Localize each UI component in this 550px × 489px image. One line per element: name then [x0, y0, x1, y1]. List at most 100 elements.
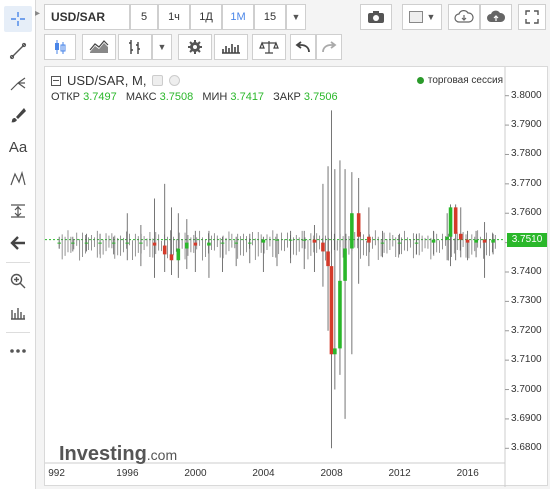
- candle-body-down: [326, 251, 330, 267]
- time-tick-label: 2016: [456, 468, 479, 479]
- candle-body-up: [84, 242, 89, 244]
- trend-line-icon[interactable]: [4, 38, 32, 64]
- chevron-down-icon: ▼: [426, 12, 436, 22]
- candle-body-up: [431, 239, 436, 243]
- candle-body-up: [220, 242, 225, 244]
- candle-body-up: [445, 236, 449, 240]
- fullscreen-button[interactable]: [518, 4, 546, 30]
- candle-body-down: [356, 213, 361, 237]
- cloud-upload-button[interactable]: [480, 4, 512, 30]
- candle-body-up: [414, 242, 419, 244]
- current-price-badge: 3.7510: [507, 232, 547, 247]
- more-icon[interactable]: [4, 338, 32, 364]
- time-tick-label: 1996: [116, 468, 139, 479]
- price-tick-label: 3.7100: [511, 354, 542, 366]
- candle-body-down: [465, 239, 470, 243]
- time-tick-label: 2004: [252, 468, 275, 479]
- settings-button[interactable]: [178, 34, 212, 60]
- collapse-arrow-icon[interactable]: ▸: [35, 8, 43, 22]
- price-tick-label: 3.7600: [511, 207, 542, 219]
- toolbar-divider: [6, 332, 30, 333]
- chevron-down-icon: ▼: [157, 42, 167, 52]
- interval-1d-button[interactable]: 1Д: [190, 4, 222, 30]
- text-tool-icon[interactable]: Aa: [4, 134, 32, 160]
- price-tick-label: 3.7800: [511, 148, 542, 160]
- time-tick-label: 992: [48, 468, 65, 479]
- candle-body-down: [152, 242, 157, 246]
- candle-body-down: [482, 239, 487, 243]
- indicators-button[interactable]: [118, 34, 152, 60]
- interval-dropdown-button[interactable]: ▼: [286, 4, 306, 30]
- cloud-download-icon: [454, 10, 474, 23]
- candle-body-down: [169, 254, 174, 261]
- price-tick-label: 3.7300: [511, 295, 542, 307]
- top-toolbar: USD/SAR 5 1ч 1Д 1М 15 ▼ ▼: [44, 4, 546, 30]
- indicator-icon: [129, 40, 140, 54]
- price-tick-label: 3.7200: [511, 324, 542, 336]
- crosshair-icon[interactable]: [4, 6, 32, 32]
- candle-body-up: [288, 239, 293, 241]
- area-chart-icon: [89, 40, 109, 53]
- measure-ruler-icon[interactable]: [4, 300, 32, 326]
- candlestick-chart[interactable]: [45, 67, 549, 487]
- symbol-search-input[interactable]: USD/SAR: [44, 4, 130, 30]
- price-tick-label: 3.7400: [511, 266, 542, 277]
- undo-button[interactable]: [290, 34, 316, 60]
- candle-body-up: [176, 248, 181, 261]
- gear-icon: [188, 40, 202, 54]
- candle-body-up: [448, 207, 453, 237]
- pattern-icon[interactable]: [4, 166, 32, 192]
- interval-1m-button[interactable]: 1М: [222, 4, 254, 30]
- candle-body-up: [185, 242, 189, 249]
- investing-logo: Investing.com: [59, 443, 178, 465]
- candle-body-up: [261, 239, 266, 243]
- brush-icon[interactable]: [4, 102, 32, 128]
- candle-body-up: [247, 242, 252, 244]
- candle-body-down: [162, 245, 167, 255]
- pitchfork-icon[interactable]: [4, 70, 32, 96]
- candle-body-down: [367, 236, 371, 243]
- time-tick-label: 2000: [184, 468, 207, 479]
- candle-body-up: [343, 248, 347, 281]
- measure-icon[interactable]: [4, 198, 32, 224]
- square-icon: [408, 11, 423, 23]
- price-tick-label: 3.7700: [511, 177, 542, 189]
- interval-5-button[interactable]: 5: [130, 4, 158, 30]
- redo-button[interactable]: [316, 34, 342, 60]
- candle-body-down: [312, 239, 317, 243]
- compare-scales-button[interactable]: [252, 34, 286, 60]
- chart-panel[interactable]: USD/SAR, M, ОТКР 3.7497 МАКС 3.7508 МИН …: [44, 66, 549, 487]
- undo-icon: [295, 41, 310, 53]
- interval-15-button[interactable]: 15: [254, 4, 286, 30]
- indicators-dropdown-button[interactable]: ▼: [152, 34, 172, 60]
- candle-body-up: [234, 242, 238, 244]
- camera-icon: [368, 11, 384, 23]
- interval-1h-button[interactable]: 1ч: [158, 4, 190, 30]
- chart-style-button[interactable]: ▼: [402, 4, 442, 30]
- candle-body-up: [57, 242, 62, 244]
- candle-body-down: [321, 242, 325, 252]
- candle-body-up: [350, 213, 354, 249]
- candle-body-up: [474, 239, 478, 243]
- balance-scale-icon: [259, 41, 279, 54]
- candle-body-up: [397, 242, 402, 244]
- back-arrow-icon[interactable]: [4, 230, 32, 256]
- price-tick-label: 3.7900: [511, 119, 542, 131]
- candle-body-up: [125, 242, 130, 244]
- candle-body-down: [458, 233, 463, 240]
- candle-type-button[interactable]: [44, 34, 76, 60]
- cloud-download-button[interactable]: [448, 4, 480, 30]
- candle-body-up: [139, 242, 143, 244]
- time-tick-label: 2012: [388, 468, 411, 479]
- price-tick-label: 3.7000: [511, 383, 542, 395]
- candle-body-up: [98, 242, 102, 244]
- candle-body-up: [338, 280, 342, 349]
- candle-body-down: [193, 242, 198, 246]
- zoom-in-icon[interactable]: [4, 268, 32, 294]
- screenshot-button[interactable]: [360, 4, 392, 30]
- candle-body-up: [302, 239, 307, 241]
- volume-button[interactable]: [214, 34, 248, 60]
- time-tick-label: 2008: [320, 468, 343, 479]
- candle-body-down: [329, 266, 334, 355]
- compare-button[interactable]: [82, 34, 116, 60]
